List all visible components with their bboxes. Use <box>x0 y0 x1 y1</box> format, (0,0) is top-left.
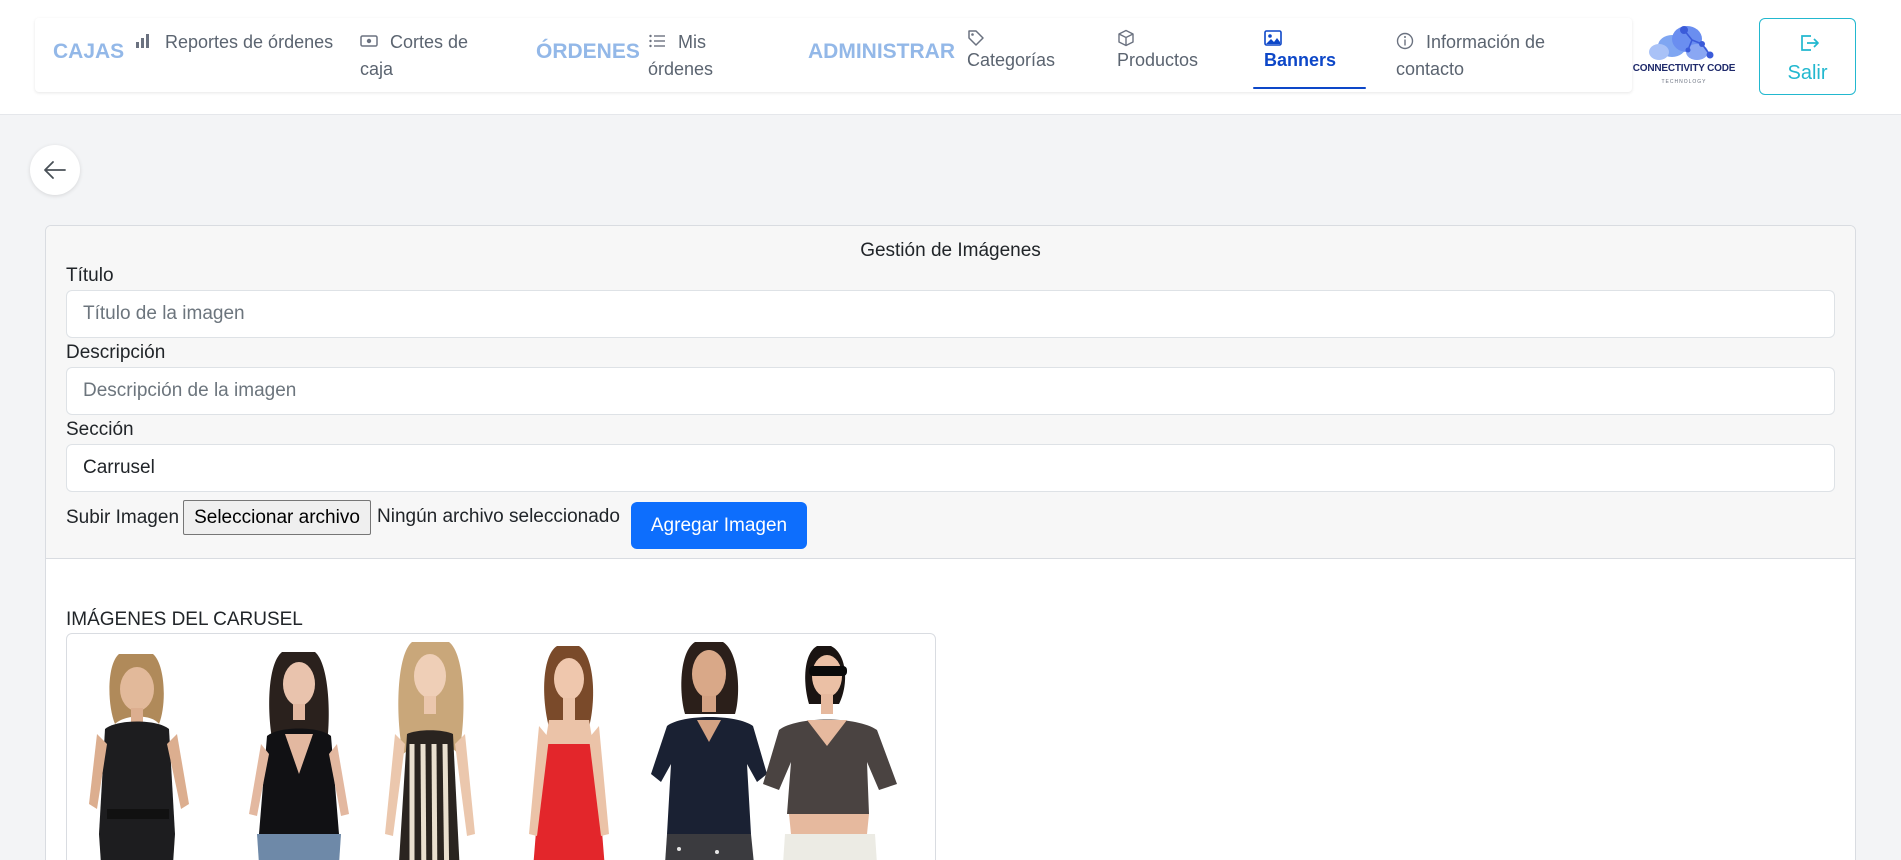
active-tab-indicator <box>1253 87 1366 89</box>
logout-icon <box>1801 35 1819 51</box>
image-management-card: Gestión de Imágenes Título Descripción S… <box>45 225 1856 860</box>
nav-item-cortes[interactable]: Cortes de caja <box>360 29 490 83</box>
seccion-label: Sección <box>66 419 134 440</box>
seccion-select[interactable]: Carrusel <box>66 444 1835 492</box>
descripcion-label: Descripción <box>66 342 166 363</box>
arrow-left-icon <box>44 161 66 179</box>
box-icon <box>1118 29 1134 47</box>
logo-text: CONNECTIVITY CODE <box>1632 63 1736 74</box>
nav-group-cajas: CAJAS <box>53 40 125 63</box>
titulo-label: Título <box>66 265 114 286</box>
bar-chart-icon <box>136 34 149 48</box>
nav-item-reportes-label: Reportes de órdenes <box>165 32 334 52</box>
upload-label: Subir Imagen <box>66 507 180 528</box>
nav-item-mis-ordenes[interactable]: Mis órdenes <box>648 29 748 83</box>
nav-item-productos[interactable]: Productos <box>1117 29 1227 74</box>
nav-item-informacion[interactable]: Información de contacto <box>1396 29 1576 83</box>
model-navy-tee <box>651 642 767 860</box>
file-status-text: Ningún archivo seleccionado <box>377 506 620 527</box>
carousel-heading: IMÁGENES DEL CARUSEL <box>66 609 303 630</box>
model-black-peplum <box>249 652 349 860</box>
nav-item-reportes[interactable]: Reportes de órdenes <box>135 29 335 56</box>
logo-subtext: TECHNOLOGY <box>1661 79 1707 85</box>
model-red-dress <box>529 646 609 860</box>
nav-item-banners-label: Banners <box>1264 50 1337 70</box>
card-title: Gestión de Imágenes <box>860 240 1041 261</box>
tag-icon <box>968 30 984 46</box>
model-brown-crop-top <box>763 646 897 860</box>
top-navbar: CAJAS Reportes de órdenes Cortes de caja… <box>0 0 1901 115</box>
image-icon <box>1264 30 1282 46</box>
nav-item-informacion-label: Información de contacto <box>1396 32 1546 79</box>
nav-item-categorias-label: Categorías <box>967 50 1056 70</box>
nav-group-ordenes: ÓRDENES <box>536 40 640 63</box>
add-image-button[interactable]: Agregar Imagen <box>631 502 807 549</box>
logout-label: Salir <box>1787 62 1828 84</box>
seccion-select-value: Carrusel <box>83 457 155 478</box>
nav-item-banners[interactable]: Banners <box>1264 29 1364 74</box>
model-striped-dress <box>385 642 475 860</box>
carousel-image-preview <box>66 633 936 860</box>
titulo-input[interactable] <box>66 290 1835 338</box>
choose-file-button[interactable]: Seleccionar archivo <box>183 500 371 535</box>
logout-button[interactable]: Salir <box>1759 18 1856 95</box>
model-black-jumpsuit <box>89 654 189 860</box>
info-icon <box>1396 32 1414 50</box>
nav-group-administrar: ADMINISTRAR <box>808 40 955 63</box>
back-button[interactable] <box>30 145 80 195</box>
list-icon <box>649 34 665 48</box>
nav-item-categorias[interactable]: Categorías <box>967 29 1087 74</box>
descripcion-input[interactable] <box>66 367 1835 415</box>
carousel-image <box>89 642 897 860</box>
card-header: Gestión de Imágenes Título Descripción S… <box>46 226 1855 559</box>
nav-item-productos-label: Productos <box>1117 50 1199 70</box>
cash-icon <box>360 35 378 47</box>
